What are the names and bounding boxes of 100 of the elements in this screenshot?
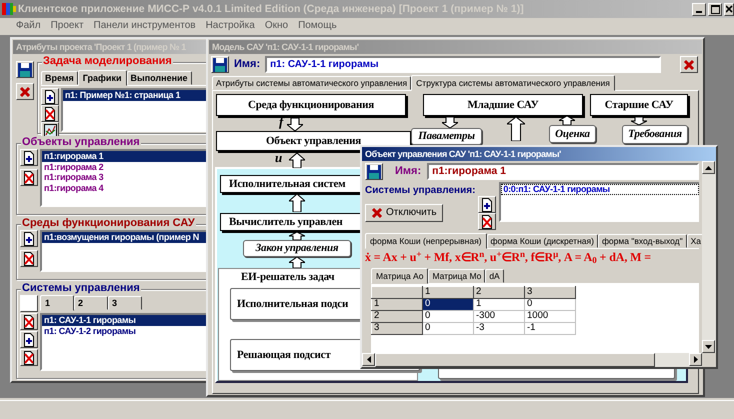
cancel-button[interactable] bbox=[16, 83, 34, 100]
delete-button[interactable] bbox=[20, 169, 38, 186]
tab[interactable]: 1 bbox=[40, 295, 74, 311]
table-cell[interactable]: 0 bbox=[422, 298, 474, 310]
delete-button[interactable] bbox=[20, 313, 38, 330]
list-item[interactable]: п1: САУ-1-2 гирорамы bbox=[42, 326, 209, 336]
list-box[interactable]: п1: САУ-1-1 гирорамы п1: САУ-1-2 гирорамы bbox=[40, 313, 209, 371]
cancel-button[interactable] bbox=[680, 56, 698, 73]
row-header: 3 bbox=[372, 322, 422, 334]
list-item[interactable]: 0:0:п1: САУ-1-1 гирорамы bbox=[501, 184, 699, 194]
name-field[interactable]: п1:гирорама 1 bbox=[427, 163, 699, 180]
scroll-thumb[interactable] bbox=[375, 353, 655, 367]
tab[interactable]: Структура системы автоматического управления bbox=[411, 75, 615, 91]
list-item[interactable]: п1:гирорама 3 bbox=[42, 172, 209, 182]
maximize-button[interactable] bbox=[708, 2, 722, 16]
table-cell[interactable]: -1 bbox=[524, 322, 576, 334]
close-button[interactable] bbox=[724, 2, 734, 16]
list-box[interactable]: 0:0:п1: САУ-1-1 гирорамы bbox=[499, 182, 699, 222]
block-arrow bbox=[289, 232, 305, 240]
block-arrow bbox=[289, 194, 305, 212]
delete-icon bbox=[44, 106, 56, 120]
disconnect-button[interactable]: Отключить bbox=[365, 204, 443, 222]
table-cell[interactable]: 1 bbox=[474, 298, 524, 310]
table-cell[interactable]: 0 bbox=[422, 322, 474, 334]
block-arrow bbox=[442, 117, 458, 128]
delete-button[interactable] bbox=[20, 349, 38, 366]
list-item[interactable]: п1:гирорама 2 bbox=[42, 162, 209, 172]
add-button[interactable] bbox=[41, 88, 59, 105]
menu-item[interactable]: Настройка bbox=[206, 20, 255, 32]
block-arrow bbox=[631, 117, 647, 125]
block-arrow bbox=[287, 118, 303, 131]
save-button[interactable] bbox=[16, 61, 34, 78]
menu-item[interactable]: Панели инструментов bbox=[94, 20, 196, 32]
floppy-icon bbox=[17, 62, 33, 78]
tab[interactable]: 3 bbox=[108, 296, 142, 310]
tab[interactable]: Матрица Mo bbox=[428, 268, 486, 283]
scroll-down-button[interactable] bbox=[702, 340, 715, 353]
delete-icon bbox=[23, 170, 35, 184]
name-field[interactable]: п1: САУ-1-1 гирорамы bbox=[265, 56, 661, 73]
flow-label: u bbox=[275, 151, 282, 166]
diagram-node: Оценка bbox=[549, 125, 596, 143]
list-item[interactable]: п1:гирорама 4 bbox=[42, 182, 209, 193]
tab[interactable]: Выполнение bbox=[126, 71, 192, 85]
tab[interactable]: Атрибуты системы автоматического управления bbox=[212, 76, 412, 90]
table-cell[interactable]: 0 bbox=[422, 310, 474, 322]
delete-icon bbox=[23, 314, 35, 328]
list-item[interactable]: п1:гирорама 1 bbox=[42, 151, 209, 162]
minimize-button[interactable] bbox=[692, 2, 706, 16]
block-arrow bbox=[559, 116, 575, 125]
tab[interactable]: Графики bbox=[78, 70, 127, 86]
tab[interactable]: Матрица Ao bbox=[371, 268, 428, 284]
save-button[interactable] bbox=[365, 163, 383, 180]
chart-icon bbox=[44, 124, 56, 138]
window-title: Модель САУ 'п1: САУ-1-1 гирорамы' bbox=[209, 40, 702, 54]
table-cell[interactable]: -3 bbox=[474, 322, 524, 334]
table-cell[interactable]: 1000 bbox=[524, 310, 576, 322]
column-header: 3 bbox=[524, 286, 576, 298]
delete-icon bbox=[481, 214, 494, 228]
save-button[interactable] bbox=[211, 56, 229, 73]
menu-item[interactable]: Файл bbox=[16, 20, 41, 32]
scroll-left-button[interactable] bbox=[362, 353, 375, 366]
menu-item[interactable]: Окно bbox=[264, 20, 288, 32]
list-box[interactable]: п1: Пример №1: страница 1 bbox=[61, 88, 209, 132]
list-box[interactable]: п1:возмущения гирорамы (пример N bbox=[40, 230, 209, 272]
add-button[interactable] bbox=[20, 331, 38, 348]
delete-icon bbox=[23, 350, 35, 364]
right-arrow-icon bbox=[694, 356, 698, 363]
add-button[interactable] bbox=[20, 149, 38, 166]
list-item[interactable]: п1:возмущения гирорамы (пример N bbox=[42, 232, 209, 242]
menu-item[interactable]: Помощь bbox=[298, 20, 337, 32]
list-item[interactable]: п1: САУ-1-1 гирорамы bbox=[42, 315, 209, 326]
scroll-right-button[interactable] bbox=[689, 353, 702, 366]
name-label: Имя: bbox=[234, 58, 260, 71]
tab[interactable]: 2 bbox=[74, 296, 108, 310]
up-arrow-icon bbox=[705, 166, 712, 170]
checkbox[interactable] bbox=[20, 295, 38, 312]
add-button[interactable] bbox=[20, 230, 38, 247]
tab[interactable]: Ха bbox=[686, 234, 702, 248]
close-icon bbox=[726, 5, 732, 13]
add-button[interactable] bbox=[478, 196, 496, 213]
menu-item[interactable]: Проект bbox=[50, 20, 84, 32]
scroll-up-button[interactable] bbox=[702, 161, 715, 174]
delete-button[interactable] bbox=[478, 213, 496, 230]
tab[interactable]: форма Коши (дискретная) bbox=[486, 234, 598, 248]
delete-button[interactable] bbox=[20, 250, 38, 267]
table-cell[interactable]: 0 bbox=[524, 298, 576, 310]
scrollbar[interactable] bbox=[362, 353, 702, 367]
tab[interactable]: Время bbox=[41, 71, 78, 85]
column-header: 1 bbox=[422, 286, 474, 298]
delete-button[interactable] bbox=[41, 105, 59, 122]
add-icon bbox=[23, 332, 35, 346]
tab[interactable]: форма Коши (непрерывная) bbox=[365, 233, 487, 249]
row-header: 1 bbox=[372, 298, 422, 310]
tab[interactable]: dA bbox=[485, 268, 504, 283]
list-item[interactable]: п1: Пример №1: страница 1 bbox=[63, 90, 209, 100]
tab[interactable]: форма "вход-выход" bbox=[598, 234, 687, 248]
table-cell[interactable]: -300 bbox=[474, 310, 524, 322]
diagram-node: Среда функционирования bbox=[216, 94, 406, 116]
scrollbar[interactable] bbox=[702, 161, 716, 353]
list-box[interactable]: п1:гирорама 1 п1:гирорама 2 п1:гирорама 3 п1:гирорама 4 bbox=[40, 149, 209, 207]
